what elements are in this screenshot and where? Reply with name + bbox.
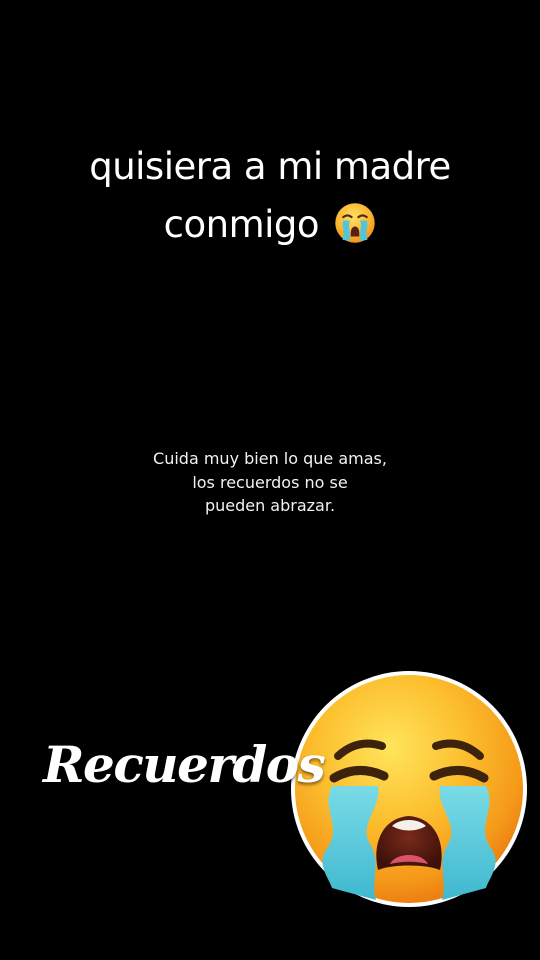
crying-face-icon	[335, 203, 376, 243]
quote-line-3: pueden abrazar.	[204, 496, 336, 515]
caption-line-2-text: conmigo	[163, 203, 320, 246]
quote-line-2: los recuerdos no se	[192, 472, 348, 492]
quote-line-1: Cuida muy bien lo que amas,	[153, 449, 387, 468]
quote-text: Cuida muy bien lo que amas, los recuerdo…	[0, 447, 540, 518]
caption-line-2: conmigo	[0, 196, 540, 254]
caption-text: quisiera a mi madre conmigo	[0, 138, 540, 254]
caption-line-1: quisiera a mi madre	[89, 145, 451, 188]
recuerdos-title: Recuerdos	[43, 735, 326, 794]
